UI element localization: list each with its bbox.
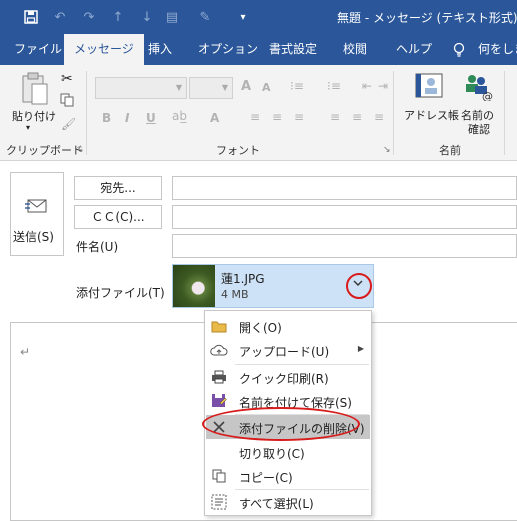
down-arrow-icon[interactable]: ↓ [138,8,156,26]
select-all-icon [210,493,228,511]
attachment-name: 蓮1.JPG [221,272,265,286]
cc-field[interactable] [172,205,517,229]
tab-review[interactable]: 校閲 [343,34,367,65]
cc-button[interactable]: ＣＣ(C)... [74,205,162,229]
menu-item-cut[interactable]: 切り取り(C) [206,440,370,464]
line-spacing-icon[interactable]: ≡ [374,110,384,124]
numbering-icon[interactable]: ⁝≡ [327,79,341,93]
font-name-combo[interactable]: ▼ [95,77,187,99]
menu-item-copy[interactable]: コピー(C) [206,464,370,488]
menu-item-label: アップロード(U) [239,345,330,359]
bold-button[interactable]: B [102,111,111,125]
align-right-icon[interactable]: ≡ [294,110,304,124]
save-as-icon [210,392,228,410]
menu-item-open[interactable]: 開く(O) [206,314,370,338]
clipboard-group-label: クリップボード [6,144,83,157]
font-launcher-icon[interactable]: ↘ [383,145,391,155]
menu-item-upload[interactable]: アップロード(U) ▶ [206,338,370,362]
format-painter-icon[interactable]: 🖌 [61,117,76,131]
bullets-icon[interactable]: ⁝≡ [290,79,304,93]
svg-text:@: @ [482,90,493,101]
align-center-icon[interactable]: ≡ [272,110,282,124]
tab-help[interactable]: ヘルプ [396,34,432,65]
ribbon-divider [393,71,394,155]
send-icon [25,197,49,218]
italic-button[interactable]: I [125,111,129,125]
grow-font-button[interactable]: A [241,79,251,94]
check-names-icon[interactable]: @ [463,71,493,104]
customize-icon[interactable]: ▾ [234,8,252,26]
attachment-chip[interactable]: 蓮1.JPG 4 MB [172,264,374,308]
cloud-upload-icon [210,341,228,359]
font-group-label: フォント [216,144,260,157]
tab-file[interactable]: ファイル [14,34,62,65]
ribbon-divider [504,71,505,155]
menu-item-quick-print[interactable]: クイック印刷(R) [206,365,370,389]
menu-item-label: 開く(O) [239,321,282,335]
save-icon[interactable] [22,8,40,26]
underline-button[interactable]: U [146,111,156,125]
decrease-indent-icon[interactable]: ⇤ [362,79,372,93]
paragraph-mark-icon: ↵ [20,345,31,359]
font-color-button[interactable]: A [210,111,219,125]
submenu-arrow-icon: ▶ [357,344,364,353]
title-bar: ↶ ↷ ↑ ↓ ▤ ✎ ▾ 無題 - メッセージ (テキスト形式) [0,0,517,34]
subject-label: 件名(U) [76,240,119,254]
increase-indent-icon[interactable]: ⇥ [378,79,388,93]
menu-item-label: すべて選択(L) [239,497,314,511]
copy-icon [210,467,228,485]
menu-item-label: コピー(C) [239,471,293,485]
shrink-font-button[interactable]: A [262,81,271,94]
lightbulb-icon[interactable] [452,42,466,57]
up-arrow-icon[interactable]: ↑ [109,8,127,26]
cut-icon[interactable]: ✂ [61,71,73,87]
to-button[interactable]: 宛先... [74,176,162,200]
tab-message[interactable]: メッセージ [64,34,144,65]
tab-options[interactable]: オプション [198,34,258,65]
to-field[interactable] [172,176,517,200]
redo-icon[interactable]: ↷ [80,8,98,26]
attachment-size: 4 MB [221,288,249,301]
ribbon-tabs: ファイル メッセージ 挿入 オプション 書式設定 校閲 ヘルプ 何をしま [0,34,517,65]
folder-icon [210,317,228,335]
highlight-icon[interactable]: ab̲ [172,109,187,123]
paste-icon[interactable] [20,71,50,110]
tab-format[interactable]: 書式設定 [269,34,317,65]
names-group-label: 名前 [439,144,461,157]
format-icon[interactable]: ▤ [163,8,181,26]
address-book-label[interactable]: アドレス帳 [404,107,459,123]
align-left-icon[interactable]: ≡ [250,110,260,124]
paste-dropdown-icon[interactable]: ▾ [26,123,30,132]
send-label[interactable]: 送信(S) [13,228,54,245]
highlight-circle-dropdown [346,273,372,299]
menu-item-label: 切り取り(C) [239,447,305,461]
paste-label[interactable]: 貼り付け [12,108,56,124]
address-book-icon[interactable] [414,71,444,104]
subject-field[interactable] [172,234,517,258]
window-title: 無題 - メッセージ (テキスト形式) [337,11,517,25]
printer-icon [210,368,228,386]
undo-icon[interactable]: ↶ [51,8,69,26]
ribbon-divider [86,71,87,155]
font-size-combo[interactable]: ▼ [189,77,233,99]
menu-item-select-all[interactable]: すべて選択(L) [206,490,370,514]
align-distributed-icon[interactable]: ≡ [352,110,362,124]
align-justify-icon[interactable]: ≡ [330,110,340,124]
highlight-circle-remove [202,407,360,441]
signature-icon[interactable]: ✎ [196,8,214,26]
attachment-thumbnail [173,265,215,307]
copy-icon[interactable] [60,93,74,110]
ribbon: 貼り付け ▾ ✂ 🖌 クリップボード ↘ ▼ ▼ A A ⁝≡ ⁝≡ ⇤ ⇥ B… [0,65,517,161]
check-names-label-2[interactable]: 確認 [468,121,490,137]
menu-item-label: クイック印刷(R) [239,372,329,386]
attachment-label: 添付ファイル(T) [76,286,165,300]
tell-me-search[interactable]: 何をしま [478,34,517,65]
tab-insert[interactable]: 挿入 [148,34,172,65]
dialog-launcher-icon[interactable]: ↘ [76,145,84,155]
